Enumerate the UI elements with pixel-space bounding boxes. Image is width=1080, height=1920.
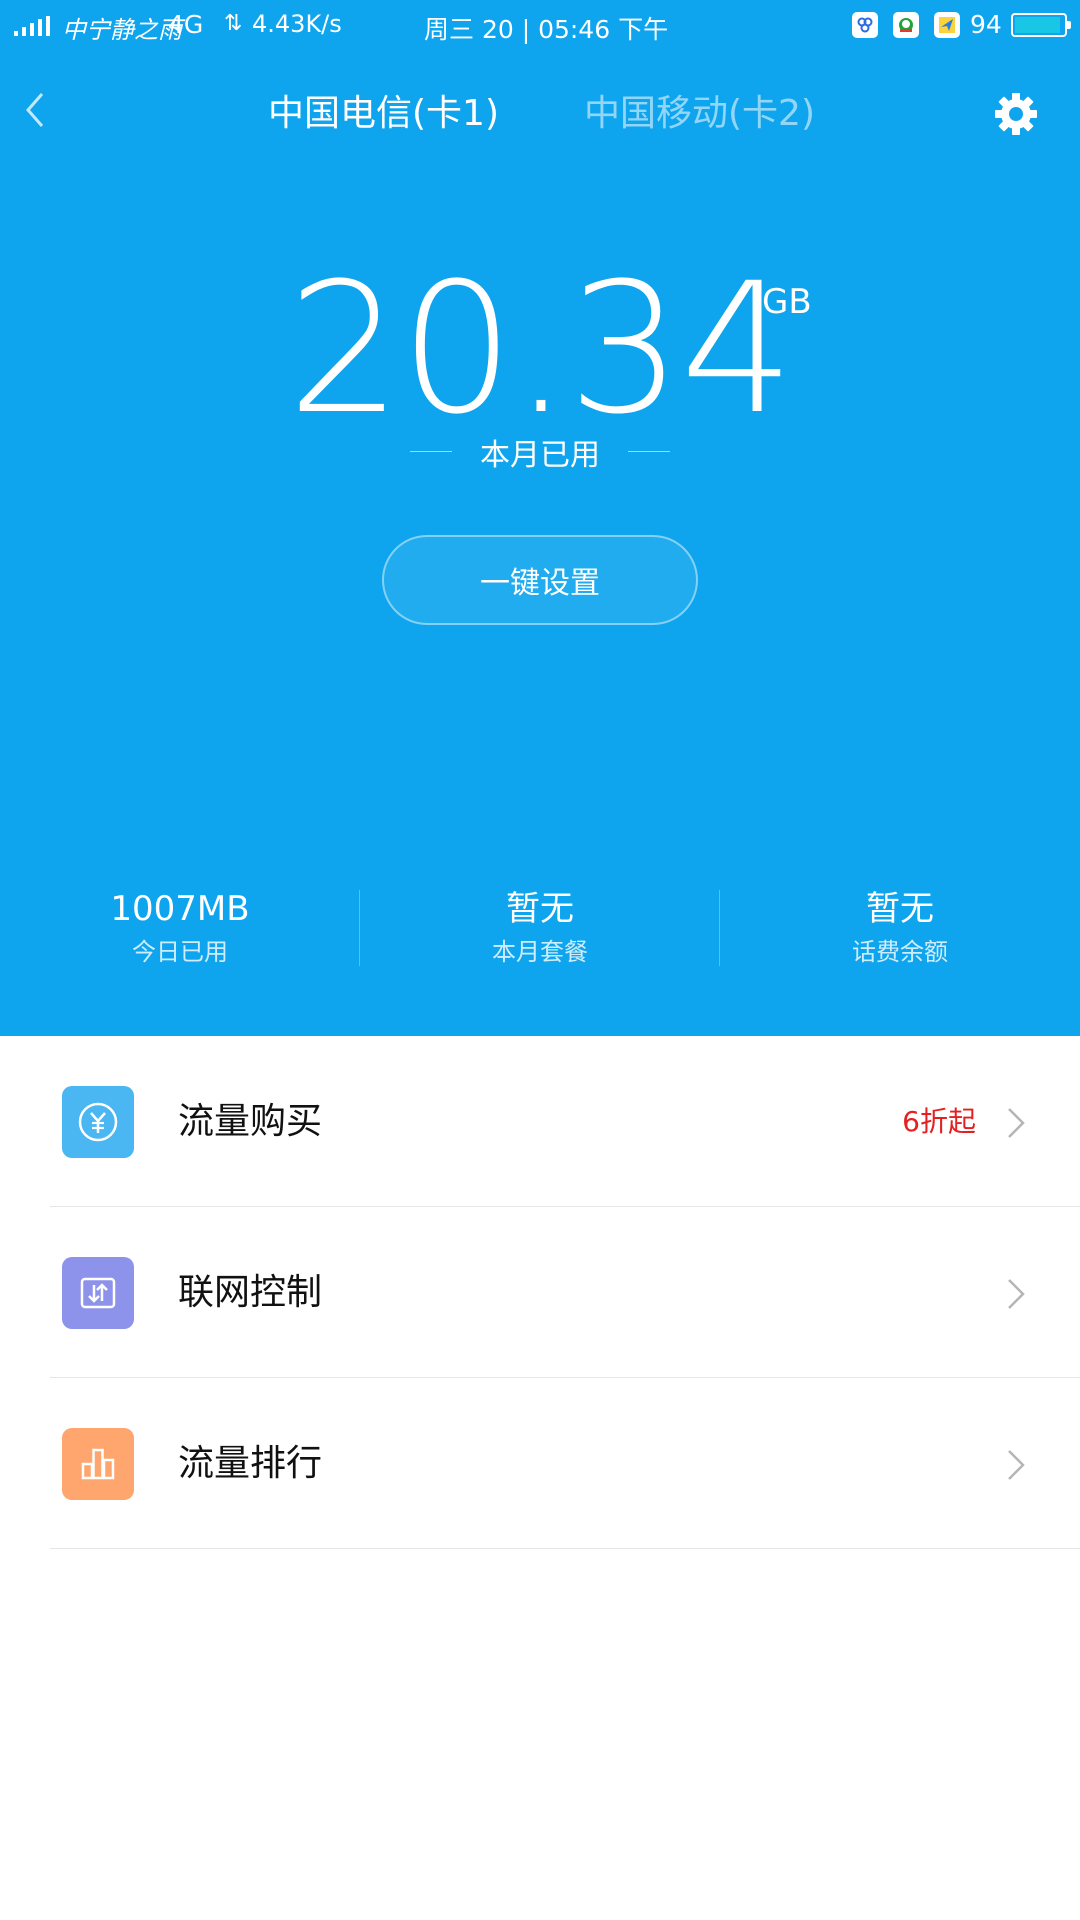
app-plane-icon [934,12,960,38]
tab-sim2[interactable]: 中国移动(卡2) [584,88,815,140]
one-key-setup-button[interactable]: 一键设置 [382,535,698,625]
network-type: 4G [168,10,204,39]
usage-panel: 中宁静之雨 4G ⇅ 4.43K/s 周三 20 | 05:46 下午 94 中… [0,0,1080,1036]
promo-badge: 6折起 [902,1105,976,1138]
battery-percent: 94 [970,10,1002,39]
list-item-network-control[interactable]: 联网控制 [0,1207,1080,1378]
tab-sim1[interactable]: 中国电信(卡1) [268,88,499,140]
stat-label: 话费余额 [852,938,948,966]
list-item-title: 流量购买 [178,1101,323,1142]
stat-today-used[interactable]: 1007MB 今日已用 [0,886,360,970]
yuan-icon [62,1086,134,1158]
network-speed: 4.43K/s [252,10,342,38]
status-bar: 中宁静之雨 4G ⇅ 4.43K/s 周三 20 | 05:46 下午 94 [0,0,1080,52]
network-control-icon [62,1257,134,1329]
status-datetime: 周三 20 | 05:46 下午 [424,15,669,44]
baidu-paw-icon [852,12,878,38]
chevron-right-icon [1008,1279,1025,1309]
app-face-icon [893,12,919,38]
usage-unit: GB [762,282,812,322]
list-item-data-ranking[interactable]: 流量排行 [0,1378,1080,1549]
list-item-buy-data[interactable]: 流量购买 6折起 [0,1036,1080,1207]
list-item-title: 联网控制 [178,1272,323,1313]
row-divider [50,1548,1080,1549]
stat-label: 今日已用 [132,938,228,966]
gear-icon[interactable] [992,90,1040,138]
monthly-usage-label: 本月已用 [480,438,600,473]
chevron-right-icon [1008,1450,1025,1480]
bar-chart-icon [62,1428,134,1500]
stat-value: 暂无 [866,889,934,929]
carrier-name: 中宁静之雨 [62,16,182,44]
battery-icon [1011,13,1071,37]
list-item-title: 流量排行 [178,1443,323,1484]
signal-icon [14,16,50,36]
chevron-right-icon [1008,1108,1025,1138]
divider-line [628,451,670,452]
monthly-usage-value: 20.34 [287,245,794,454]
back-arrow-icon[interactable] [22,88,50,132]
stat-value: 暂无 [506,889,574,929]
stat-value: 1007MB [110,889,250,929]
data-activity-icon: ⇅ [224,11,243,36]
stat-balance[interactable]: 暂无 话费余额 [720,886,1080,970]
stat-monthly-plan[interactable]: 暂无 本月套餐 [360,886,720,970]
stat-label: 本月套餐 [492,938,588,966]
